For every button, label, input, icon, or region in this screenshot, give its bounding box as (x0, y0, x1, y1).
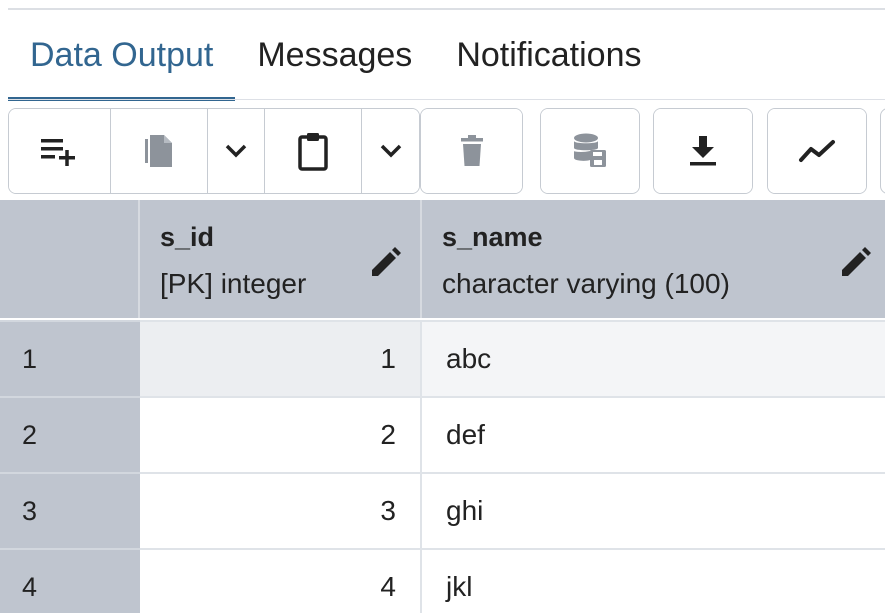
delete-button[interactable] (421, 109, 522, 193)
cell-s-id[interactable]: 2 (140, 396, 422, 472)
graph-button-group (767, 108, 867, 194)
tabs-divider (8, 99, 885, 100)
cell-s-id[interactable]: 4 (140, 548, 422, 613)
row-number[interactable]: 1 (0, 320, 140, 396)
result-tabs: Data Output Messages Notifications (8, 10, 885, 101)
column-name: s_name (442, 222, 543, 252)
paste-icon (298, 133, 328, 171)
column-header-s-name[interactable]: s_name character varying (100) (422, 200, 885, 318)
tab-messages[interactable]: Messages (235, 10, 434, 101)
cell-s-name[interactable]: def (422, 396, 885, 472)
tab-notifications[interactable]: Notifications (434, 10, 663, 101)
delete-icon (460, 135, 483, 166)
cell-s-id[interactable]: 3 (140, 472, 422, 548)
tab-data-output[interactable]: Data Output (8, 10, 236, 101)
delete-button-group (420, 108, 523, 194)
cell-s-id[interactable]: 1 (140, 320, 422, 396)
edit-button-group (8, 108, 420, 194)
table-row[interactable]: 1 1 abc (0, 320, 885, 396)
table-row[interactable]: 2 2 def (0, 396, 885, 472)
paste-button[interactable] (264, 109, 363, 193)
edit-pencil-icon[interactable] (838, 246, 872, 280)
column-header-s-id[interactable]: s_id [PK] integer (140, 200, 422, 318)
cell-s-name[interactable]: ghi (422, 472, 885, 548)
row-number-header[interactable] (0, 200, 140, 318)
result-grid: s_id [PK] integer s_name character varyi… (0, 200, 885, 613)
paste-options-dropdown[interactable] (362, 109, 419, 193)
more-button-group (880, 108, 885, 194)
row-number[interactable]: 3 (0, 472, 140, 548)
save-data-icon (574, 133, 606, 167)
add-row-icon (41, 139, 76, 166)
cell-s-name[interactable]: jkl (422, 548, 885, 613)
graph-visualiser-button[interactable] (768, 109, 866, 193)
chevron-down-icon (225, 144, 247, 158)
download-button-group (653, 108, 753, 194)
row-number[interactable]: 2 (0, 396, 140, 472)
download-icon (690, 136, 716, 166)
column-type: character varying (100) (442, 268, 730, 299)
download-button[interactable] (654, 109, 752, 193)
graph-visualiser-icon (799, 140, 835, 162)
chevron-down-icon (380, 144, 401, 158)
copy-button[interactable] (110, 109, 209, 193)
copy-options-dropdown[interactable] (208, 109, 265, 193)
add-row-button[interactable] (9, 109, 111, 193)
table-row[interactable]: 3 3 ghi (0, 472, 885, 548)
table-row[interactable]: 4 4 jkl (0, 548, 885, 613)
column-type: [PK] integer (160, 268, 307, 299)
edit-pencil-icon[interactable] (368, 246, 402, 280)
save-data-button[interactable] (541, 109, 639, 193)
row-number[interactable]: 4 (0, 548, 140, 613)
column-name: s_id (160, 222, 215, 252)
copy-icon (144, 135, 172, 167)
save-button-group (540, 108, 640, 194)
cell-s-name[interactable]: abc (422, 320, 885, 396)
data-toolbar (8, 108, 885, 194)
